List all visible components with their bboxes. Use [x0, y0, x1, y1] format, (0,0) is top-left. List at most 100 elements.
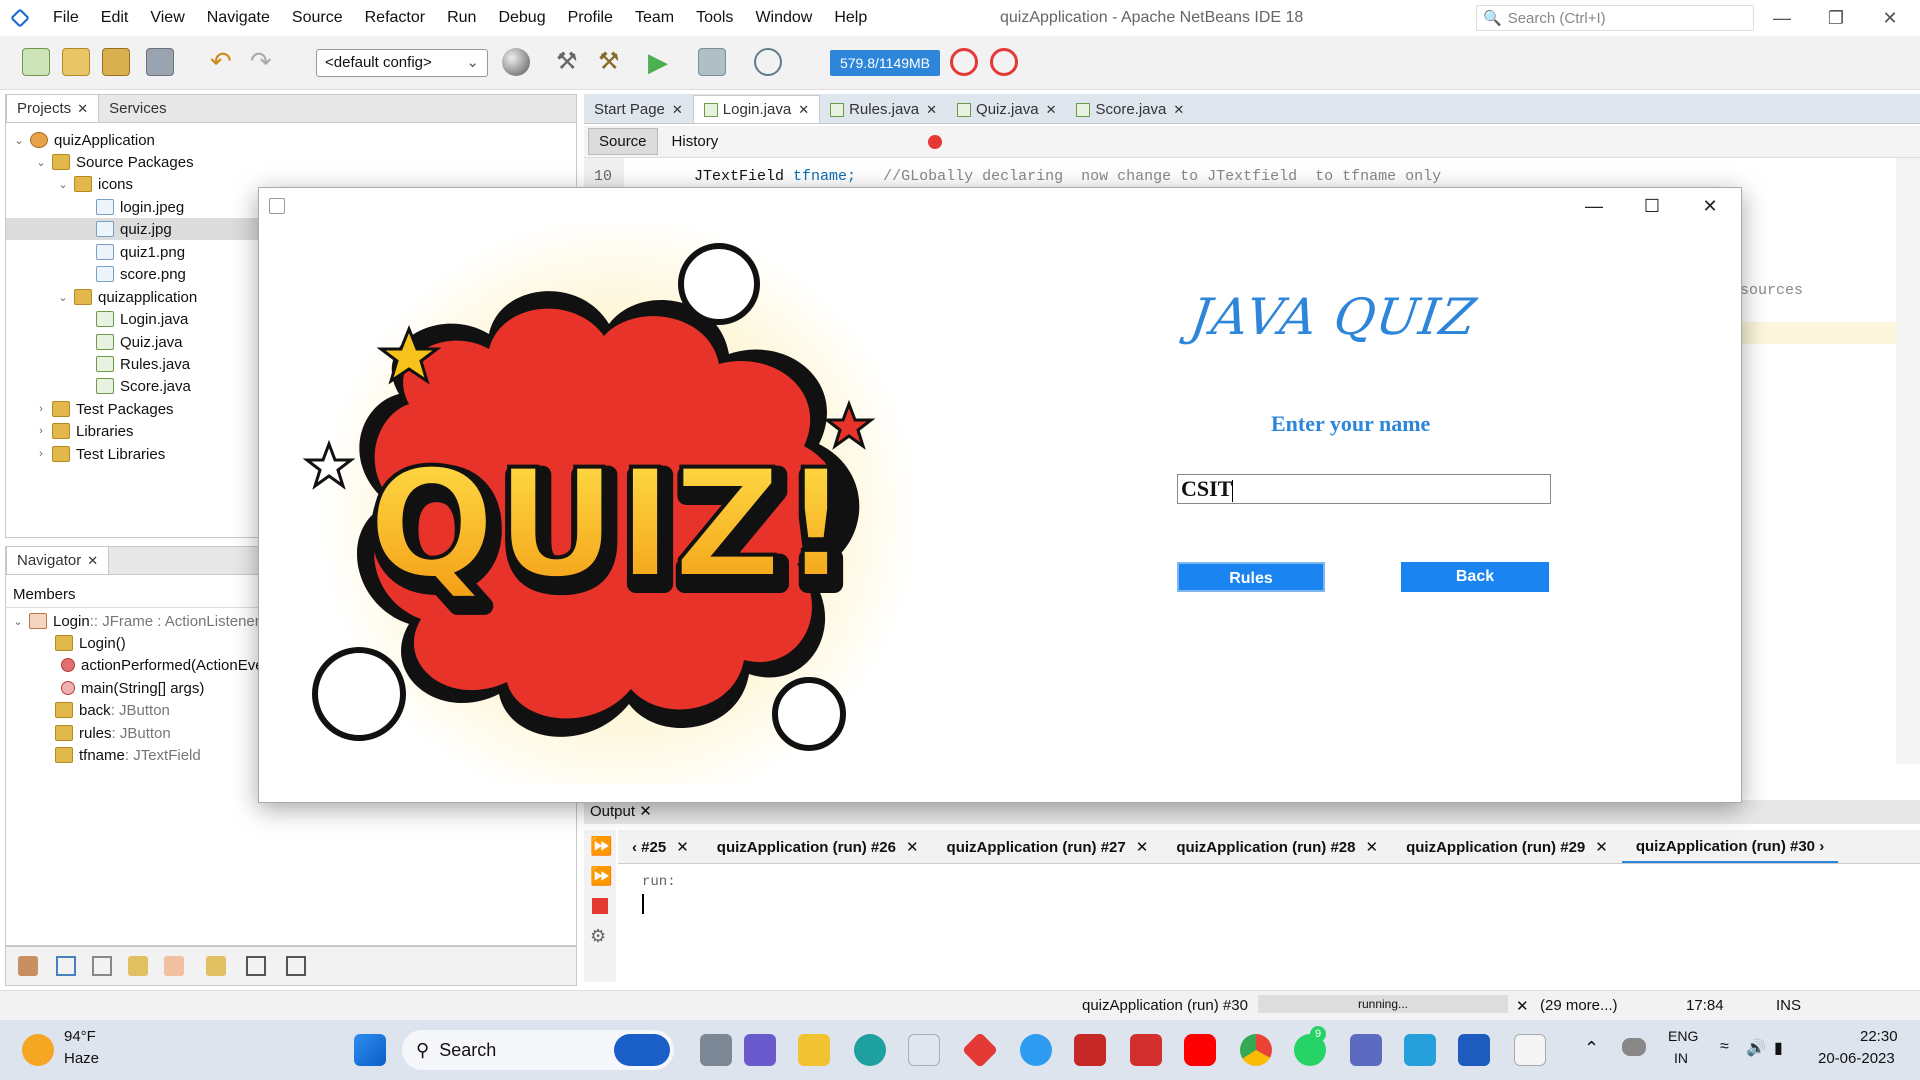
close-icon[interactable]: ✕: [639, 803, 652, 820]
member-method[interactable]: main(String[] args): [57, 677, 204, 699]
tab-rules-java[interactable]: Rules.java ✕: [820, 96, 947, 123]
app-icon[interactable]: [1020, 1034, 1052, 1066]
tab-quiz-java[interactable]: Quiz.java ✕: [947, 96, 1066, 123]
close-icon[interactable]: ✕: [1046, 102, 1057, 118]
menu-file[interactable]: File: [42, 9, 90, 27]
memory-indicator[interactable]: 579.8/1149MB: [830, 50, 940, 76]
fields-filter-icon[interactable]: [56, 956, 76, 976]
mcafee-icon[interactable]: [1074, 1034, 1106, 1066]
quiz-window-titlebar[interactable]: — ☐ ✕: [259, 188, 1741, 224]
gc-icon[interactable]: [950, 48, 978, 76]
output-tab[interactable]: quizApplication (run) #27 ✕: [933, 838, 1163, 856]
collapse-icon[interactable]: ⌄: [34, 156, 48, 169]
profiler-snapshot-icon[interactable]: [990, 48, 1018, 76]
browser-globe-icon[interactable]: [502, 48, 530, 76]
tree-node-file[interactable]: quiz1.png: [92, 241, 185, 263]
collapse-icon[interactable]: ⌄: [56, 178, 70, 191]
new-project-icon[interactable]: [62, 48, 90, 76]
menu-team[interactable]: Team: [624, 9, 685, 27]
cancel-task-icon[interactable]: ✕: [1516, 997, 1529, 1015]
wps-icon[interactable]: [1130, 1034, 1162, 1066]
sort-by-source-icon[interactable]: [286, 956, 306, 976]
close-icon[interactable]: ✕: [906, 839, 919, 856]
notepad-icon[interactable]: [1404, 1034, 1436, 1066]
minimize-button[interactable]: —: [1758, 4, 1806, 32]
clock-time[interactable]: 22:30: [1860, 1028, 1898, 1045]
tab-login-java[interactable]: Login.java ✕: [692, 95, 821, 123]
inner-classes-icon[interactable]: [164, 956, 184, 976]
quiz-close-button[interactable]: ✕: [1681, 188, 1739, 224]
close-icon[interactable]: ✕: [926, 102, 937, 118]
tree-node-file[interactable]: login.jpeg: [92, 196, 184, 218]
save-all-icon[interactable]: [146, 48, 174, 76]
menu-refactor[interactable]: Refactor: [354, 9, 436, 27]
menu-source[interactable]: Source: [281, 9, 354, 27]
tree-node-libraries[interactable]: › Libraries: [34, 420, 133, 442]
tree-node-java-file[interactable]: Login.java: [92, 308, 188, 330]
member-class[interactable]: ⌄ Login :: JFrame : ActionListener: [11, 610, 259, 632]
member-field[interactable]: back : JButton: [51, 699, 170, 721]
expand-icon[interactable]: ›: [34, 425, 48, 437]
menu-navigate[interactable]: Navigate: [196, 9, 281, 27]
profile-icon[interactable]: [754, 48, 782, 76]
menu-profile[interactable]: Profile: [557, 9, 624, 27]
menu-tools[interactable]: Tools: [685, 9, 744, 27]
config-select[interactable]: <default config> ⌄: [316, 49, 488, 77]
taskbar-search[interactable]: ⚲ Search: [402, 1030, 674, 1070]
tree-node-file[interactable]: score.png: [92, 263, 186, 285]
ide-search-input[interactable]: 🔍 Search (Ctrl+I): [1476, 5, 1754, 31]
battery-icon[interactable]: ▮: [1774, 1038, 1783, 1058]
output-tab[interactable]: ‹ #25 ✕: [618, 838, 703, 856]
undo-icon[interactable]: ↶: [210, 48, 238, 76]
fqn-icon[interactable]: [206, 956, 226, 976]
tab-navigator[interactable]: Navigator ✕: [6, 546, 110, 574]
weather-temp[interactable]: 94°F: [64, 1028, 96, 1045]
build-hammer-icon[interactable]: ⚒: [556, 48, 584, 76]
tree-node-project[interactable]: ⌄ quizApplication: [12, 129, 155, 151]
menu-run[interactable]: Run: [436, 9, 487, 27]
static-filter-icon[interactable]: [92, 956, 112, 976]
inherited-members-icon[interactable]: [18, 956, 38, 976]
collapse-icon[interactable]: ⌄: [56, 291, 70, 304]
restore-button[interactable]: ❐: [1812, 4, 1860, 32]
collapse-icon[interactable]: ⌄: [11, 615, 25, 628]
tree-node-java-file[interactable]: Rules.java: [92, 353, 190, 375]
output-console[interactable]: run:: [618, 866, 1920, 982]
expand-icon[interactable]: ›: [34, 448, 48, 460]
onedrive-icon[interactable]: [1622, 1038, 1646, 1056]
tab-services[interactable]: Services: [99, 95, 177, 122]
rules-button[interactable]: Rules: [1177, 562, 1325, 592]
member-field[interactable]: rules : JButton: [51, 722, 171, 744]
history-view-button[interactable]: History: [662, 129, 729, 154]
open-project-icon[interactable]: [102, 48, 130, 76]
close-icon[interactable]: ✕: [672, 102, 683, 118]
volume-icon[interactable]: 🔊: [1746, 1038, 1766, 1058]
bing-icon[interactable]: [614, 1034, 670, 1066]
menu-debug[interactable]: Debug: [487, 9, 556, 27]
wifi-icon[interactable]: ≈: [1720, 1038, 1729, 1056]
chevron-up-icon[interactable]: ⌃: [1584, 1038, 1599, 1059]
record-macro-icon[interactable]: [928, 134, 943, 149]
non-public-filter-icon[interactable]: [128, 956, 148, 976]
clean-build-icon[interactable]: ⚒: [598, 48, 626, 76]
menu-window[interactable]: Window: [744, 9, 823, 27]
chevron-right-icon[interactable]: ›: [1819, 838, 1824, 855]
close-icon[interactable]: ✕: [87, 553, 98, 568]
teams-icon[interactable]: [744, 1034, 776, 1066]
tree-node-source-packages[interactable]: ⌄ Source Packages: [34, 151, 193, 173]
debug-icon[interactable]: [698, 48, 726, 76]
windows-start-icon[interactable]: [354, 1034, 386, 1066]
output-tab[interactable]: quizApplication (run) #28 ✕: [1162, 838, 1392, 856]
run-icon[interactable]: ▶: [648, 48, 676, 76]
tree-node-file-selected[interactable]: quiz.jpg: [6, 218, 258, 240]
close-icon[interactable]: ✕: [676, 839, 689, 856]
output-tab[interactable]: quizApplication (run) #29 ✕: [1392, 838, 1622, 856]
store-icon[interactable]: [908, 1034, 940, 1066]
close-button[interactable]: ✕: [1866, 4, 1914, 32]
tree-node-test-libraries[interactable]: › Test Libraries: [34, 443, 165, 465]
rerun-icon[interactable]: ⏩: [590, 836, 612, 857]
file-explorer-icon[interactable]: [798, 1034, 830, 1066]
tree-node-java-file[interactable]: Quiz.java: [92, 331, 183, 353]
close-icon[interactable]: ✕: [798, 102, 809, 118]
language-ime[interactable]: ENG: [1668, 1028, 1698, 1044]
